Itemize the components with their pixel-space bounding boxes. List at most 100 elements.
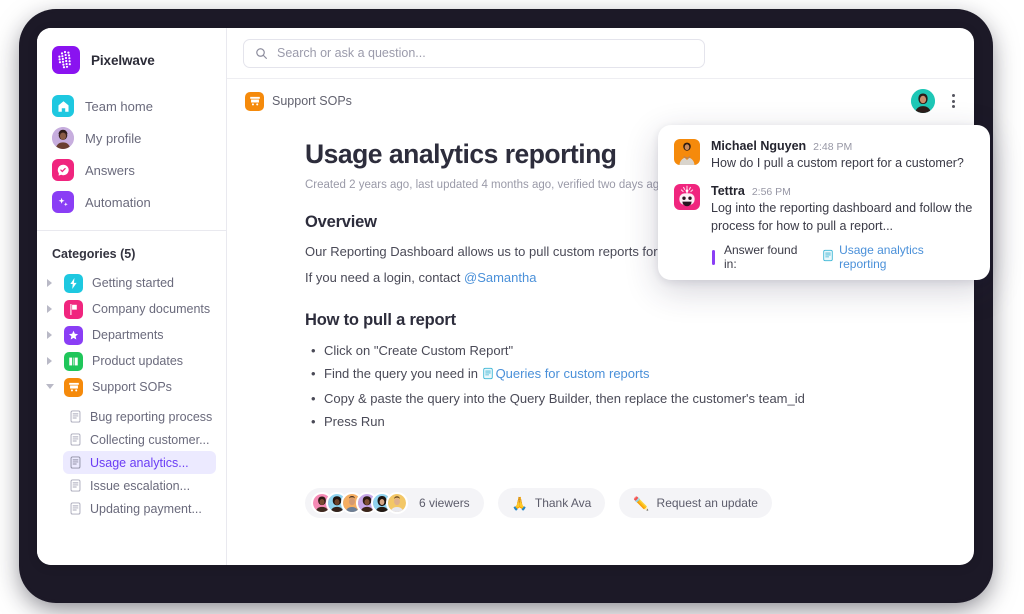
document-usage-analytics[interactable]: Usage analytics...: [63, 451, 216, 474]
list-item: Press Run: [305, 410, 974, 433]
chevron-down-icon[interactable]: [45, 384, 55, 390]
category-label: Product updates: [92, 354, 184, 368]
brand-name: Pixelwave: [91, 52, 155, 68]
sparkles-icon: [52, 191, 74, 213]
document-icon: [69, 479, 82, 492]
category-getting-started[interactable]: Getting started: [37, 270, 226, 296]
app-window: Pixelwave Team home My profile Answers A…: [37, 28, 974, 565]
tettra-bot-avatar: [674, 184, 700, 210]
category-label: Support SOPs: [92, 380, 172, 394]
categories-list: Getting started Company documents Depart…: [37, 270, 226, 400]
document-icon: [69, 456, 82, 469]
steps-section: How to pull a report Click on "Create Cu…: [305, 311, 974, 433]
document-icon: [822, 249, 834, 265]
quote-bar: [712, 249, 715, 265]
category-company-documents[interactable]: Company documents: [37, 296, 226, 322]
request-update-label: Request an update: [656, 496, 758, 510]
viewer-avatars: [311, 492, 412, 514]
kebab-menu-icon[interactable]: [949, 91, 958, 111]
chat-message-michael: Michael Nguyen 2:48 PM How do I pull a c…: [674, 139, 974, 172]
login-line-prefix: If you need a login, contact: [305, 270, 464, 285]
thank-ava-button[interactable]: 🙏 Thank Ava: [497, 488, 606, 518]
document-icon: [482, 364, 494, 387]
breadcrumb: Support SOPs: [227, 79, 974, 123]
document-collecting-customer[interactable]: Collecting customer...: [63, 428, 216, 451]
answer-found-label: Answer found in:: [724, 243, 798, 271]
chat-message-body: Tettra 2:56 PM Log into the reporting da…: [711, 184, 974, 271]
steps-heading: How to pull a report: [305, 311, 456, 329]
sidebar-item-my-profile[interactable]: My profile: [37, 122, 226, 154]
document-bug-reporting-process[interactable]: Bug reporting process: [63, 405, 216, 428]
steps-list: Click on "Create Custom Report" Find the…: [305, 339, 974, 433]
cart-icon: [245, 91, 264, 111]
search-input[interactable]: Search or ask a question...: [243, 38, 705, 68]
mention-samantha[interactable]: @Samantha: [464, 270, 536, 285]
chevron-right-icon[interactable]: [45, 357, 55, 365]
home-icon: [52, 95, 74, 117]
pencil-emoji: ✏️: [633, 495, 650, 511]
chat-author-name: Michael Nguyen: [711, 139, 807, 153]
sidebar-item-label: Automation: [85, 194, 151, 210]
thank-ava-label: Thank Ava: [534, 496, 592, 510]
step-text: Find the query you need in: [324, 366, 482, 381]
check-bubble-icon: [52, 159, 74, 181]
chevron-right-icon[interactable]: [45, 305, 55, 313]
sidebar-item-team-home[interactable]: Team home: [37, 90, 226, 122]
sidebar-item-answers[interactable]: Answers: [37, 154, 226, 186]
chat-timestamp: 2:48 PM: [813, 141, 853, 153]
sidebar-item-label: My profile: [85, 130, 142, 146]
footer-actions: 6 viewers 🙏 Thank Ava ✏️ Request an upda…: [305, 488, 772, 518]
chat-message-header: Michael Nguyen 2:48 PM: [711, 139, 964, 153]
chat-message-text: How do I pull a custom report for a cust…: [711, 156, 964, 170]
pixelwave-dots-logo: [52, 46, 80, 74]
viewers-chip[interactable]: 6 viewers: [305, 488, 484, 518]
cart-icon: [64, 377, 83, 397]
document-icon: [69, 433, 82, 446]
document-label: Bug reporting process: [90, 409, 213, 424]
breadcrumb-item-support-sops[interactable]: Support SOPs: [245, 91, 352, 111]
document-icon: [69, 410, 82, 423]
request-update-button[interactable]: ✏️ Request an update: [619, 488, 772, 518]
document-updating-payment[interactable]: Updating payment...: [63, 497, 216, 520]
brand-header[interactable]: Pixelwave: [37, 38, 226, 82]
lightning-icon: [64, 273, 83, 293]
breadcrumb-label: Support SOPs: [272, 94, 352, 108]
chat-message-tettra: Tettra 2:56 PM Log into the reporting da…: [674, 184, 974, 271]
sidebar-item-label: Team home: [85, 98, 153, 114]
pray-hands-emoji: 🙏: [511, 495, 528, 511]
documents-list: Bug reporting process Collecting custome…: [37, 405, 226, 520]
chevron-right-icon[interactable]: [45, 331, 55, 339]
document-icon: [69, 502, 82, 515]
document-issue-escalation[interactable]: Issue escalation...: [63, 474, 216, 497]
book-icon: [64, 351, 83, 371]
document-label: Issue escalation...: [90, 478, 191, 493]
main-content: Search or ask a question... Support SOPs: [227, 28, 974, 565]
search-icon: [256, 47, 267, 59]
link-queries-for-custom-reports[interactable]: Queries for custom reports: [496, 366, 650, 381]
category-label: Getting started: [92, 276, 174, 290]
category-departments[interactable]: Departments: [37, 322, 226, 348]
avatar[interactable]: [911, 89, 935, 113]
viewers-label: 6 viewers: [419, 496, 470, 510]
chevron-right-icon[interactable]: [45, 279, 55, 287]
primary-nav: Team home My profile Answers Automation: [37, 82, 226, 228]
header-actions: [911, 89, 958, 113]
chat-message-body: Michael Nguyen 2:48 PM How do I pull a c…: [711, 139, 964, 172]
chat-timestamp: 2:56 PM: [751, 186, 791, 198]
category-support-sops[interactable]: Support SOPs: [37, 374, 226, 400]
chat-popup-card: Michael Nguyen 2:48 PM How do I pull a c…: [658, 125, 990, 280]
step-text: Click on "Create Custom Report": [324, 343, 514, 358]
answer-found-link[interactable]: Usage analytics reporting: [822, 243, 974, 271]
sidebar-item-automation[interactable]: Automation: [37, 186, 226, 218]
category-product-updates[interactable]: Product updates: [37, 348, 226, 374]
step-text: Press Run: [324, 414, 385, 429]
sidebar-item-label: Answers: [85, 162, 135, 178]
michael-avatar: [674, 139, 700, 165]
answer-found-link-label: Usage analytics reporting: [839, 243, 924, 271]
step-text: Copy & paste the query into the Query Bu…: [324, 391, 805, 406]
avatar-icon: [52, 127, 74, 149]
flag-icon: [64, 299, 83, 319]
category-label: Departments: [92, 328, 164, 342]
list-item: Click on "Create Custom Report": [305, 339, 974, 362]
list-item: Copy & paste the query into the Query Bu…: [305, 387, 974, 410]
